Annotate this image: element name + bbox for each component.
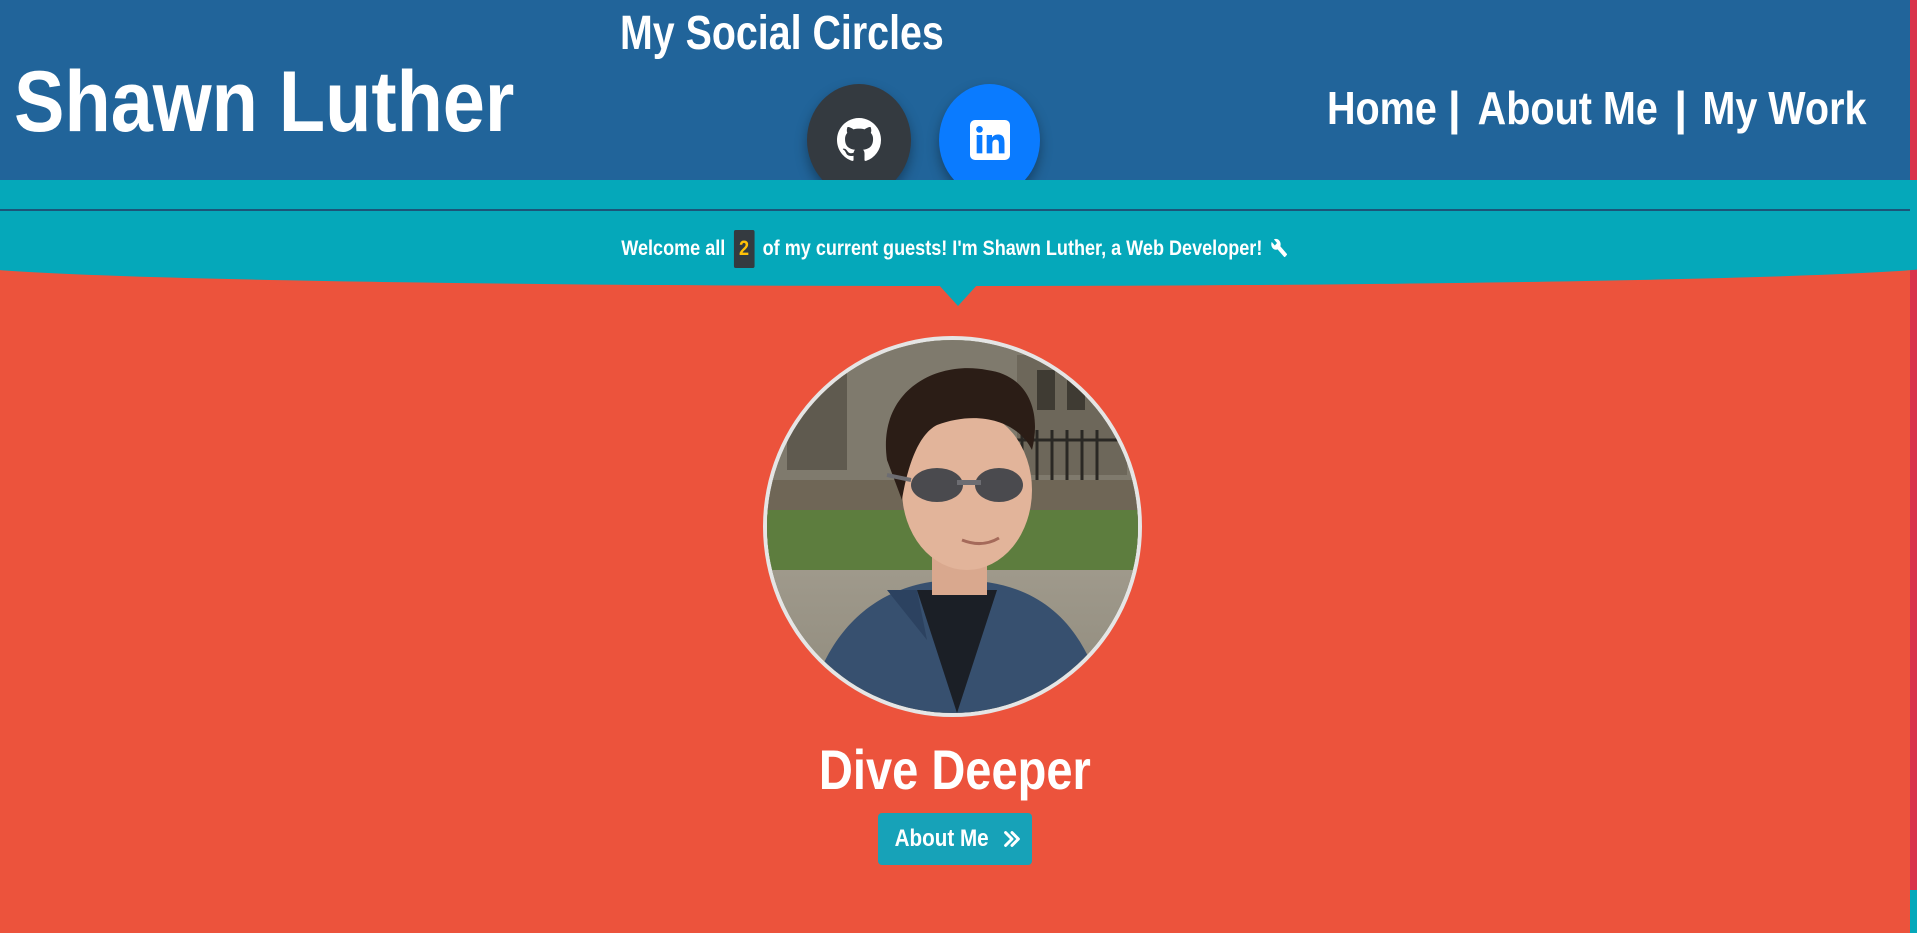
github-icon xyxy=(837,118,881,161)
banner-pointer xyxy=(938,284,978,306)
nav-home[interactable]: Home xyxy=(1327,80,1437,136)
site-name[interactable]: Shawn Luther xyxy=(14,52,514,152)
welcome-prefix: Welcome all xyxy=(621,237,726,260)
header-divider xyxy=(0,209,1910,211)
main-nav: Home | About Me | My Work xyxy=(1318,80,1880,136)
linkedin-icon xyxy=(969,120,1010,160)
profile-photo-illustration xyxy=(767,340,1138,713)
page-edge-accent-teal xyxy=(1910,890,1917,933)
nav-my-work[interactable]: My Work xyxy=(1703,80,1867,136)
page-edge-accent xyxy=(1910,0,1917,933)
welcome-message: Welcome all 2 of my current guests! I'm … xyxy=(0,230,1910,268)
about-me-button[interactable]: About Me xyxy=(878,813,1032,865)
site-header: Shawn Luther My Social Circles Home | Ab… xyxy=(0,0,1910,210)
dive-deeper-heading: Dive Deeper xyxy=(0,735,1910,805)
nav-separator: | xyxy=(1447,82,1461,134)
wrench-icon xyxy=(1271,238,1288,258)
about-me-button-label: About Me xyxy=(894,825,990,852)
nav-separator: | xyxy=(1674,82,1688,134)
guest-count-badge: 2 xyxy=(734,230,755,268)
double-chevron-right-icon xyxy=(1003,831,1020,847)
profile-photo xyxy=(763,336,1142,717)
welcome-suffix: of my current guests! I'm Shawn Luther, … xyxy=(762,237,1263,260)
social-title: My Social Circles xyxy=(620,7,944,60)
dive-deeper-text: Dive Deeper xyxy=(819,738,1091,801)
nav-about-me[interactable]: About Me xyxy=(1477,80,1657,136)
